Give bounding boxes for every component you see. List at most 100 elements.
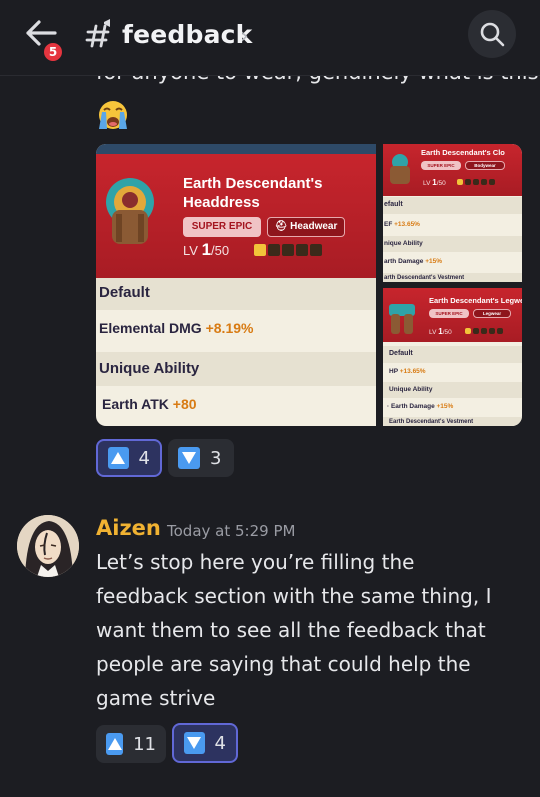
slot-pill: ⛑ Headwear [267, 217, 345, 237]
star-rating [465, 328, 503, 334]
reaction-downvote[interactable]: 4 [172, 723, 238, 763]
search-icon [480, 22, 505, 47]
channel-name[interactable]: feedback [122, 20, 253, 49]
stat-value: +15% [436, 403, 454, 410]
slot-label: Bodywear [474, 163, 496, 168]
message-line: game strive [96, 686, 216, 710]
stat-section-unique: Unique Ability [96, 352, 376, 386]
stat-section-set: arth Descendant's Vestment [383, 273, 522, 282]
star-icon [473, 328, 479, 334]
star-icon [268, 244, 280, 256]
image-top-strip [96, 144, 376, 154]
level-prefix: LV [429, 329, 437, 336]
stat-value: +15% [425, 258, 442, 265]
item-title: Earth Descendant's Clo [421, 148, 505, 157]
message-line: feedback section with the same thing, I [96, 584, 492, 608]
loudly-crying-face-emoji [99, 101, 127, 129]
star-rating [254, 244, 322, 256]
stat-section-default: Default [96, 278, 376, 310]
star-icon [473, 179, 479, 185]
message-text: Let’s stop here you’re filling the feedb… [96, 545, 526, 715]
slot-pill: Legwear [473, 309, 511, 318]
stat-label: HP [389, 368, 398, 375]
level-max: /50 [442, 329, 452, 336]
message-line: people are saying that could help the [96, 652, 471, 676]
reaction-upvote[interactable]: 11 [96, 725, 166, 763]
image-attachment-bodywear[interactable]: Earth Descendant's Clo SUPER EPIC Bodywe… [383, 144, 522, 282]
slot-label: Headwear [290, 221, 338, 232]
reaction-count: 4 [214, 732, 226, 754]
headdress-item-icon [106, 178, 154, 244]
image-attachment-legwear[interactable]: Earth Descendant's Legwe SUPER EPIC Legw… [383, 288, 522, 426]
message-timestamp: Today at 5:29 PM [167, 522, 296, 540]
stat-row-earth-damage: arth Damage +15% [383, 254, 522, 271]
star-icon [254, 244, 266, 256]
reaction-downvote[interactable]: 3 [168, 439, 234, 477]
stat-row-def: EF +13.65% [383, 216, 522, 234]
item-title: Earth Descendant's Headdress [183, 174, 322, 212]
rarity-pill: SUPER EPIC [429, 309, 469, 318]
stat-label: · Earth Damage [387, 403, 435, 410]
reaction-upvote[interactable]: 4 [96, 439, 162, 477]
level-text: LV 1/50 [423, 178, 446, 187]
star-icon [282, 244, 294, 256]
legwear-item-icon [389, 304, 415, 334]
star-icon [489, 179, 495, 185]
image-attachment-headdress[interactable]: Earth Descendant's Headdress SUPER EPIC … [96, 144, 376, 426]
message-line: want them to see all the feedback that [96, 618, 486, 642]
arrow-down-box-icon [178, 447, 200, 469]
stat-label: EF [384, 221, 393, 228]
reaction-count: 4 [138, 447, 150, 469]
item-title-line2: Headdress [183, 194, 260, 211]
user-avatar-image [17, 515, 79, 577]
level-max: /50 [211, 243, 230, 258]
stat-section-set: Earth Descendant's Vestment [383, 417, 522, 426]
rarity-pill: SUPER EPIC [421, 161, 461, 170]
reaction-count: 3 [210, 447, 222, 469]
message-line: Let’s stop here you’re filling the [96, 550, 415, 574]
level-prefix: LV [423, 180, 431, 187]
level-value: 1 [201, 240, 212, 259]
avatar[interactable] [17, 515, 79, 577]
channel-header: 5 feedback › [0, 0, 540, 76]
stat-value: +13.65% [394, 221, 420, 228]
stat-label: arth Damage [384, 258, 424, 265]
stat-row-hp: HP +13.65% [383, 363, 522, 381]
slot-pill: Bodywear [465, 161, 505, 170]
stat-section-unique: nique Ability [383, 236, 522, 252]
arrow-down-box-icon [184, 732, 205, 754]
stat-section-unique: Unique Ability [383, 382, 522, 398]
stat-label: Earth ATK [102, 396, 169, 412]
star-icon [296, 244, 308, 256]
star-icon [489, 328, 495, 334]
star-icon [457, 179, 463, 185]
bodywear-item-icon [390, 154, 410, 184]
level-text: LV 1/50 [183, 240, 229, 260]
stat-row-earth-atk: Earth ATK +80 [96, 390, 376, 426]
arrow-up-box-icon [106, 733, 124, 755]
stat-section-default: efault [383, 197, 522, 214]
stat-value: +13.65% [399, 368, 426, 375]
star-icon [465, 328, 471, 334]
search-button[interactable] [468, 10, 516, 58]
hat-icon: ⛑ [274, 221, 291, 232]
star-icon [497, 328, 503, 334]
item-title-line1: Earth Descendant's [183, 175, 323, 192]
stat-section-default: Default [383, 346, 522, 363]
item-title: Earth Descendant's Legwe [429, 296, 522, 305]
stat-row-earth-damage: · Earth Damage +15% [383, 399, 522, 416]
author-name[interactable]: Aizen [96, 516, 161, 540]
level-max: /50 [436, 180, 446, 187]
star-icon [481, 328, 487, 334]
arrow-up-box-icon [108, 447, 129, 469]
reaction-count: 11 [133, 733, 156, 755]
star-rating [457, 179, 495, 185]
stat-row-elemental-dmg: Elemental DMG +8.19% [96, 310, 376, 348]
level-text: LV 1/50 [429, 327, 452, 336]
stat-label: Elemental DMG [99, 320, 202, 336]
stat-value: +80 [172, 396, 197, 412]
star-icon [481, 179, 487, 185]
hash-announcement-icon [85, 19, 110, 48]
rarity-pill: SUPER EPIC [183, 217, 261, 237]
chevron-right-icon[interactable]: › [240, 24, 249, 49]
